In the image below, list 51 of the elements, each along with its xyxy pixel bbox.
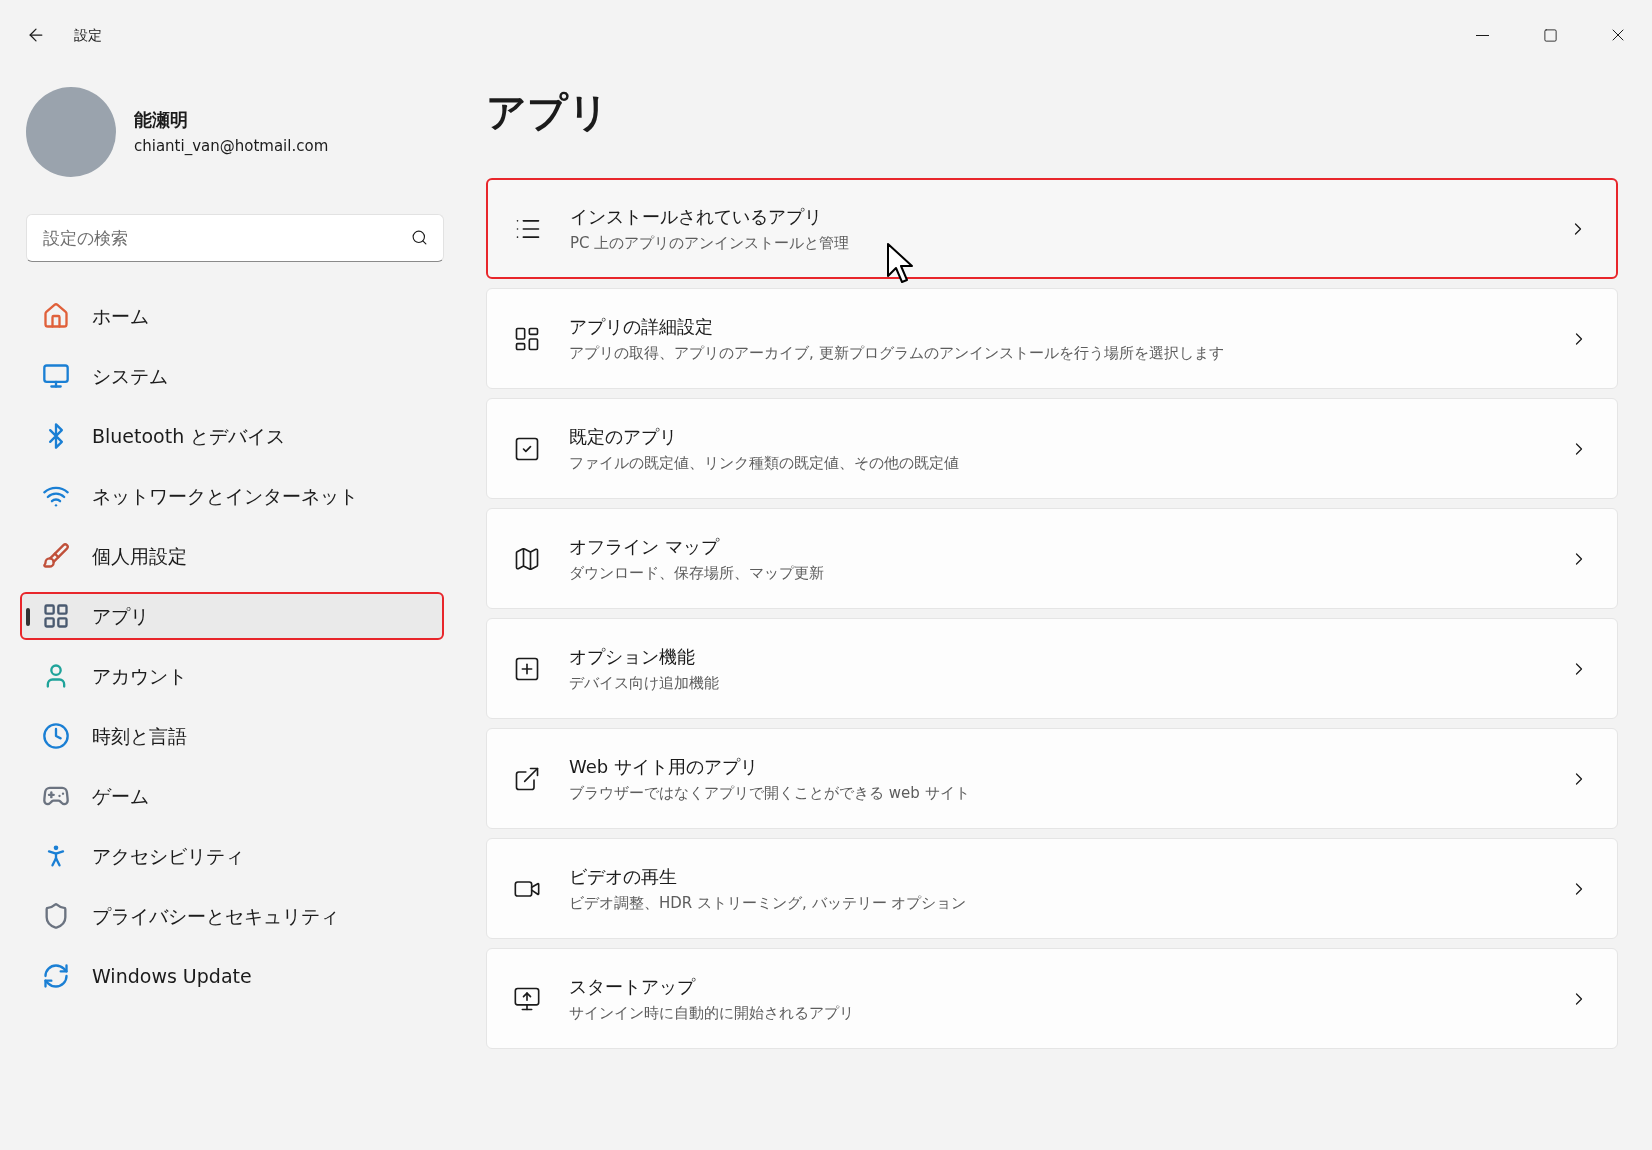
card-title: オフライン マップ [569, 534, 721, 559]
card-subtitle: アプリの取得、アプリのアーカイブ, 更新プログラムのアンインストールを行う場所を選択します [569, 342, 1225, 364]
selection-indicator [26, 608, 30, 626]
brush-icon [42, 542, 70, 570]
nav-item[interactable]: アプリ [20, 592, 444, 640]
card-title: インストールされているアプリ [570, 204, 823, 229]
nav-item[interactable]: プライバシーとセキュリティ [20, 892, 444, 940]
card-subtitle: デバイス向け追加機能 [569, 672, 720, 694]
settings-card[interactable]: アプリの詳細設定 アプリの取得、アプリのアーカイブ, 更新プログラムのアンインストールを行う場所を選択します [486, 288, 1618, 389]
settings-card[interactable]: ビデオの再生 ビデオ調整、HDR ストリーミング, バッテリー オプション [486, 838, 1618, 939]
profile-name: 能瀬明 [134, 108, 189, 133]
nav-item[interactable]: ホーム [20, 292, 444, 340]
nav-item[interactable]: ゲーム [20, 772, 444, 820]
mouse-cursor-icon [886, 242, 916, 284]
settings-card[interactable]: Web サイト用のアプリ ブラウザーではなくアプリで開くことができる web サイト [486, 728, 1618, 829]
settings-card[interactable]: オフライン マップ ダウンロード、保存場所、マップ更新 [486, 508, 1618, 609]
card-subtitle: サインイン時に自動的に開始されるアプリ [569, 1002, 855, 1024]
house-icon [42, 302, 70, 330]
page-title: アプリ [486, 88, 610, 137]
card-subtitle: PC 上のアプリのアンインストールと管理 [570, 232, 851, 254]
nav-item[interactable]: Bluetooth とデバイス [20, 412, 444, 460]
card-subtitle: ブラウザーではなくアプリで開くことができる web サイト [569, 782, 971, 804]
window-title: 設定 [74, 25, 102, 45]
card-subtitle: ファイルの既定値、リンク種類の既定値、その他の既定値 [569, 452, 960, 474]
nav-item[interactable]: システム [20, 352, 444, 400]
nav-item[interactable]: Windows Update [20, 952, 444, 1000]
card-title: Web サイト用のアプリ [569, 754, 759, 779]
card-title: スタートアップ [569, 974, 697, 999]
card-title: オプション機能 [569, 644, 696, 669]
card-title: アプリの詳細設定 [569, 314, 714, 339]
nav-item[interactable]: アカウント [20, 652, 444, 700]
monitor-icon [42, 362, 70, 390]
apps-grid-icon [42, 602, 70, 630]
nav-item[interactable]: アクセシビリティ [20, 832, 444, 880]
card-title: 既定のアプリ [569, 424, 678, 449]
nav-item[interactable]: 個人用設定 [20, 532, 444, 580]
settings-card[interactable]: 既定のアプリ ファイルの既定値、リンク種類の既定値、その他の既定値 [486, 398, 1618, 499]
card-subtitle: ダウンロード、保存場所、マップ更新 [569, 562, 825, 584]
nav-item[interactable]: 時刻と言語 [20, 712, 444, 760]
card-title: ビデオの再生 [569, 864, 678, 889]
settings-card[interactable]: スタートアップ サインイン時に自動的に開始されるアプリ [486, 948, 1618, 1049]
card-subtitle: ビデオ調整、HDR ストリーミング, バッテリー オプション [569, 892, 968, 914]
nav-item[interactable]: ネットワークとインターネット [20, 472, 444, 520]
minimize-icon [1475, 34, 1489, 36]
settings-card[interactable]: オプション機能 デバイス向け追加機能 [486, 618, 1618, 719]
profile-email: chianti_van@hotmail.com [134, 136, 329, 158]
maximize-icon [1542, 27, 1558, 43]
clock-icon [42, 722, 70, 750]
update-icon [42, 962, 70, 990]
search-field[interactable]: 設定の検索 [26, 214, 444, 262]
search-icon [411, 229, 428, 246]
